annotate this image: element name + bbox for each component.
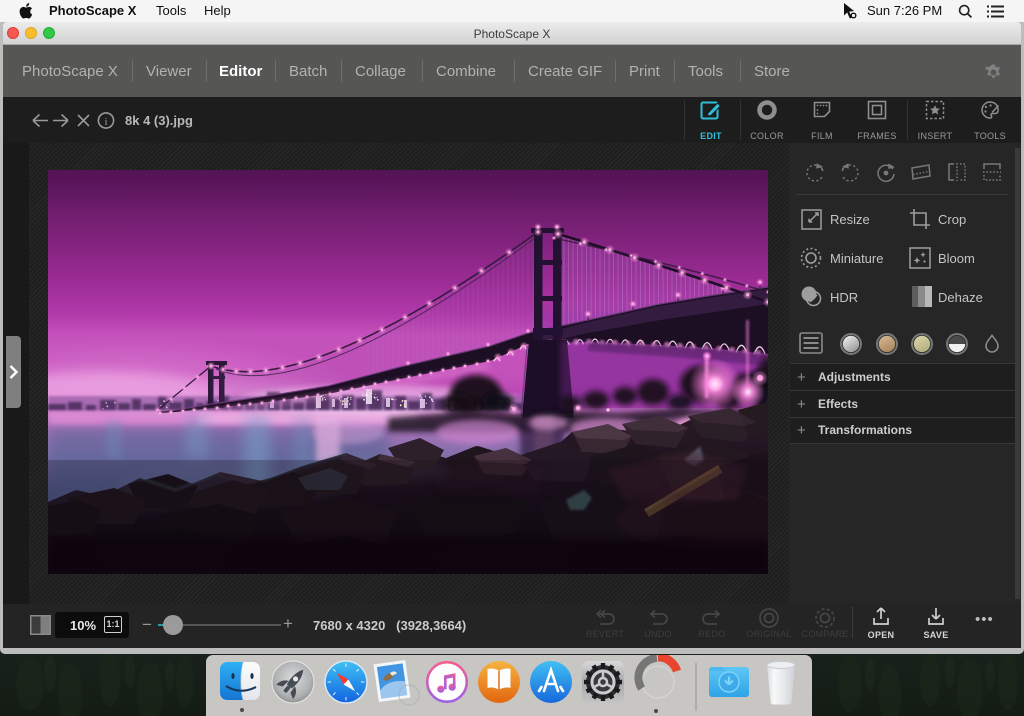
svg-text:i: i: [104, 116, 107, 128]
